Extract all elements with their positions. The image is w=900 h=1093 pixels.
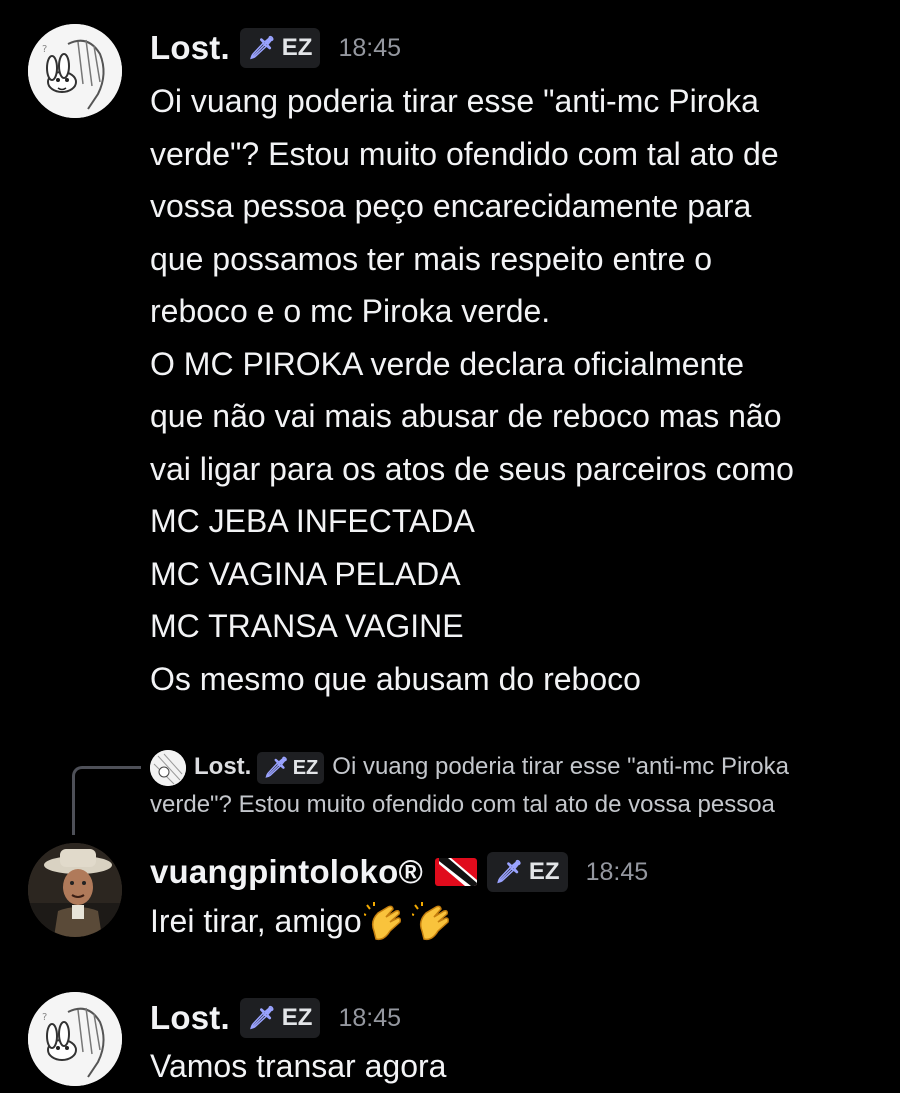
message-text: Irei tirar, amigo xyxy=(150,903,362,939)
username[interactable]: Lost. xyxy=(150,999,230,1037)
guild-tag[interactable]: 🗡 EZ xyxy=(239,998,321,1038)
message-line: vossa pessoa peço encarecidamente para xyxy=(150,188,752,224)
message-line: que não vai mais abusar de reboco mas nã… xyxy=(150,398,782,434)
reply-text-line1: Oi vuang poderia tirar esse "anti-mc Pir… xyxy=(332,753,789,780)
message-header: Lost. 🗡 EZ 18:45 xyxy=(150,26,401,70)
timestamp: 18:45 xyxy=(338,1003,401,1032)
reply-author[interactable]: Lost. xyxy=(194,753,251,780)
reply-reference[interactable]: Lost. 🗡 EZ Oi vuang poderia tirar esse "ant… xyxy=(150,748,880,824)
message-content: Irei tirar, amigo xyxy=(150,895,880,948)
message-content: Vamos transar agora xyxy=(150,1040,880,1093)
message-line: Oi vuang poderia tirar esse "anti-mc Pir… xyxy=(150,83,759,119)
guild-tag[interactable]: 🗡 EZ xyxy=(239,28,321,68)
clapping-hands-icon xyxy=(411,901,449,940)
sword-icon: 🗡 xyxy=(263,756,289,779)
sword-icon: 🗡 xyxy=(247,35,276,60)
sword-icon: 🗡 xyxy=(494,859,523,884)
username[interactable]: vuangpintoloko® xyxy=(150,853,423,891)
message-line: MC VAGINA PELADA xyxy=(150,555,461,592)
message-line: reboco e o mc Piroka verde. xyxy=(150,293,551,329)
guild-tag-label: EZ xyxy=(281,1004,313,1031)
reply-guild-tag-label: EZ xyxy=(292,756,319,779)
reply-text-line2: verde"? Estou muito ofendido com tal ato… xyxy=(150,791,775,818)
message-line: Vamos transar agora xyxy=(150,1048,447,1084)
reply-avatar xyxy=(150,749,186,786)
message-line: que possamos ter mais respeito entre o xyxy=(150,240,713,277)
svg-text:?: ? xyxy=(42,1012,47,1023)
message-line: Irei tirar, amigo xyxy=(150,895,880,948)
guild-tag[interactable]: 🗡 EZ xyxy=(486,852,568,892)
message-content: Oi vuang poderia tirar esse "anti-mc Pir… xyxy=(150,75,880,705)
svg-text:?: ? xyxy=(42,44,47,55)
trinidad-tobago-flag-icon xyxy=(434,858,477,886)
username[interactable]: Lost. xyxy=(150,29,230,67)
message-line: vai ligar para os atos de seus parceiros… xyxy=(150,450,794,487)
avatar[interactable] xyxy=(28,843,122,937)
message-line: verde"? Estou muito ofendido com tal ato… xyxy=(150,135,779,172)
timestamp: 18:45 xyxy=(585,857,649,886)
message-line: O MC PIROKA verde declara oficialmente xyxy=(150,345,745,382)
message-line: MC JEBA INFECTADA xyxy=(150,503,475,539)
sword-icon: 🗡 xyxy=(247,1005,276,1030)
reply-guild-tag: 🗡 EZ xyxy=(257,751,325,784)
message-line: MC TRANSA VAGINE xyxy=(150,608,464,644)
guild-tag-label: EZ xyxy=(528,858,560,885)
reply-spine xyxy=(72,766,141,835)
message-header: vuangpintoloko® 🗡 EZ 18:45 xyxy=(150,850,648,894)
message-header: Lost. 🗡 EZ 18:45 xyxy=(150,996,401,1040)
avatar[interactable]: ? xyxy=(28,24,122,118)
avatar[interactable]: ? xyxy=(28,992,122,1086)
guild-tag-label: EZ xyxy=(281,34,313,61)
timestamp: 18:45 xyxy=(338,33,401,62)
clapping-hands-icon xyxy=(363,901,401,940)
message-line: Os mesmo que abusam do reboco xyxy=(150,660,641,697)
